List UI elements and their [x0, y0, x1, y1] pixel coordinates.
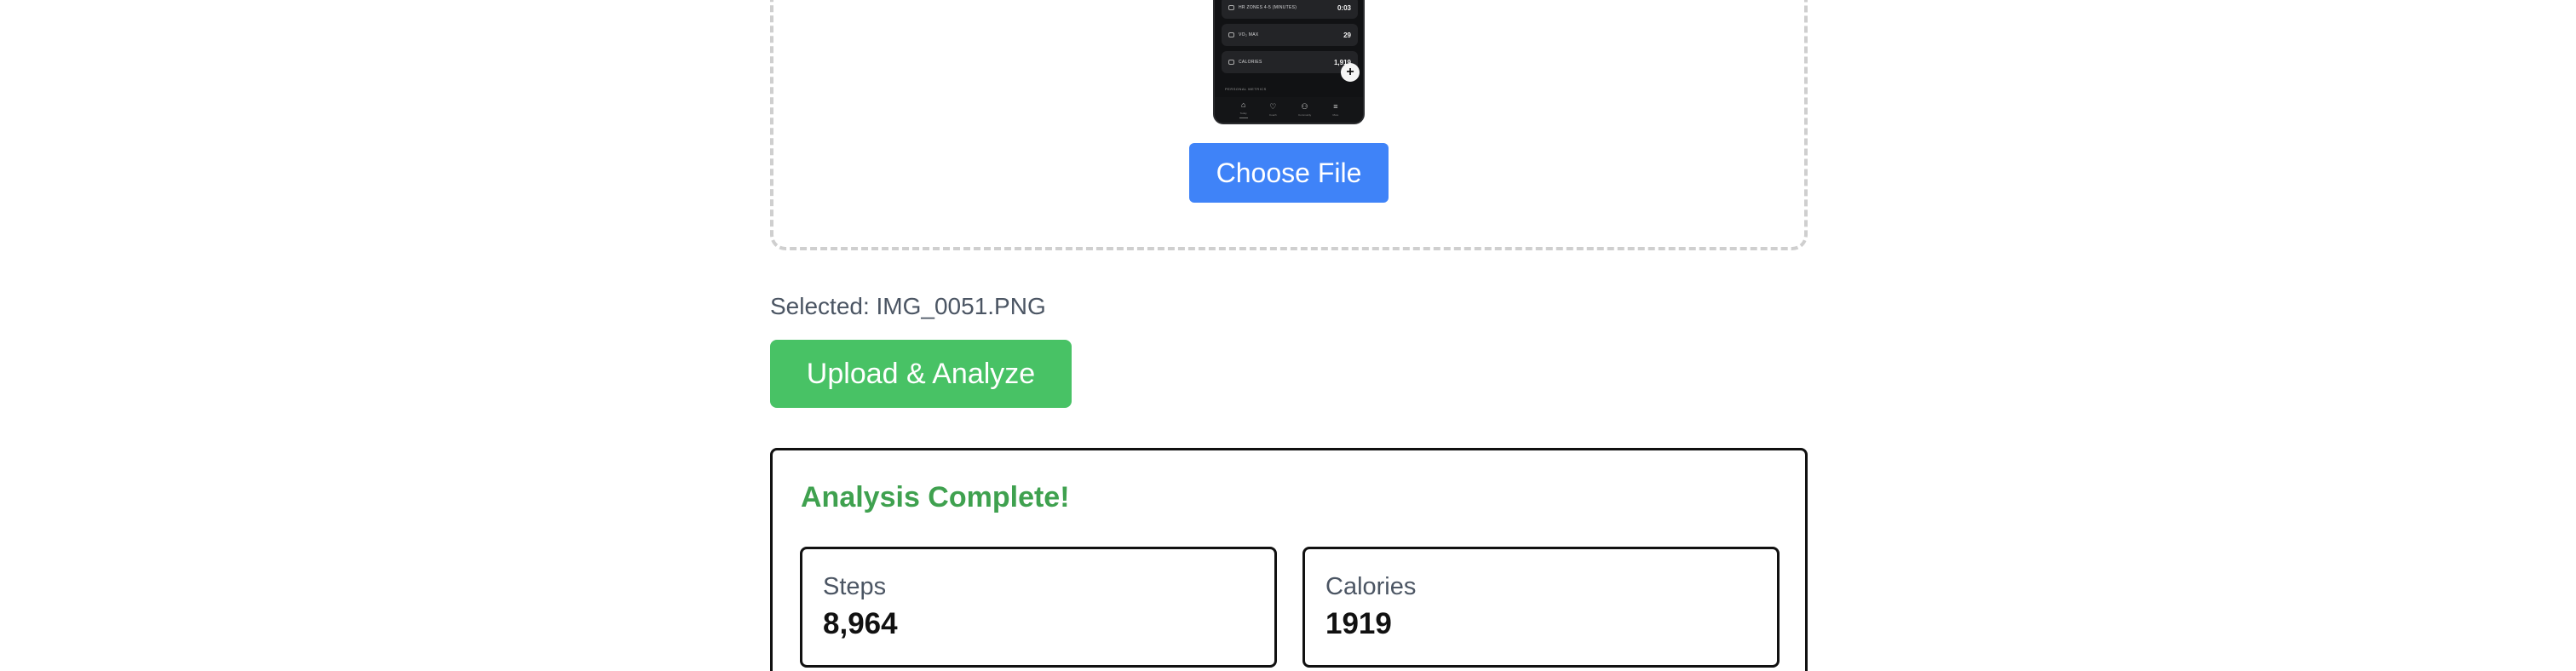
results-title: Analysis Complete!	[801, 481, 1070, 513]
calories-value: 1919	[1325, 607, 1392, 640]
preview-tab-bar: ⌂ Today ♡ Coach ⚇ Community ≡ More	[1215, 97, 1363, 123]
steps-card: Steps 8,964	[800, 547, 1277, 668]
people-icon: ⚇	[1301, 102, 1308, 111]
preview-section-label: PERSONAL METRICS	[1225, 87, 1267, 91]
heart-icon: ♡	[1269, 102, 1277, 111]
steps-value: 8,964	[823, 607, 898, 640]
preview-tab-more: ≡ More	[1332, 102, 1339, 118]
analysis-results-panel: Analysis Complete! Steps 8,964 Calories …	[770, 448, 1808, 671]
preview-tab-community: ⚇ Community	[1297, 102, 1312, 118]
preview-row-vo2max: VO₂ MAX 29	[1222, 24, 1358, 46]
menu-icon: ≡	[1333, 102, 1338, 111]
home-icon: ⌂	[1240, 100, 1246, 109]
mountain-icon	[1228, 32, 1234, 37]
selected-file-label: Selected: IMG_0051.PNG	[770, 293, 1046, 319]
preview-tab-today: ⌂ Today	[1239, 101, 1248, 118]
preview-tab-coach: ♡ Coach	[1268, 102, 1277, 118]
flame-icon	[1228, 60, 1234, 65]
plus-icon: +	[1341, 63, 1360, 82]
calories-label: Calories	[1325, 573, 1417, 600]
preview-row-hr-zones: HR ZONES 4-5 (MINUTES) 0:03	[1222, 0, 1358, 19]
choose-file-button[interactable]: Choose File	[1189, 143, 1389, 203]
uploaded-image-preview: HR ZONES 4-5 (MINUTES) 0:03 VO₂ MAX 29 C…	[1213, 0, 1365, 124]
steps-label: Steps	[823, 573, 887, 600]
preview-row-calories: CALORIES 1,919	[1222, 51, 1358, 73]
heart-icon	[1228, 5, 1234, 10]
upload-analyze-button[interactable]: Upload & Analyze	[770, 340, 1072, 408]
calories-card: Calories 1919	[1302, 547, 1780, 668]
